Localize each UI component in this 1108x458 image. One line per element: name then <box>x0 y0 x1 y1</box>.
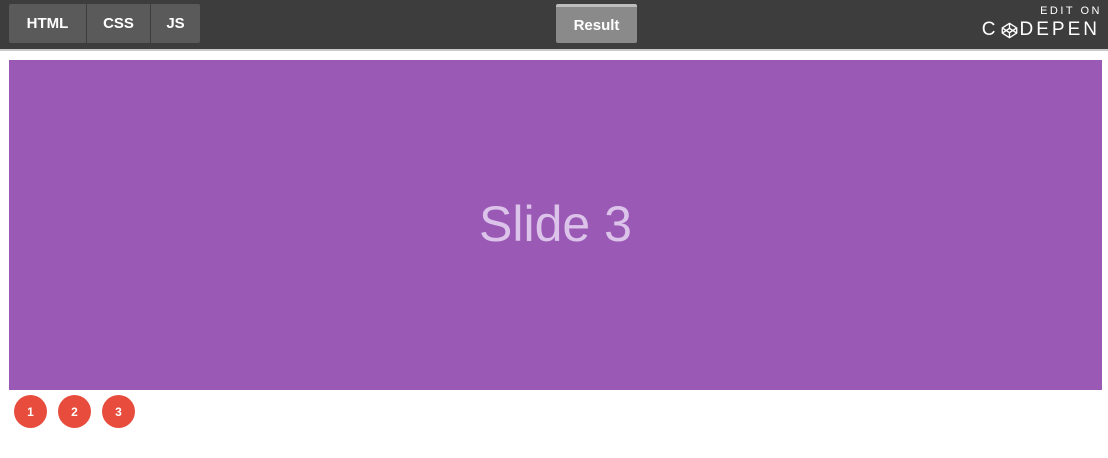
codepen-logo: C DEPEN <box>980 19 1100 41</box>
tab-css[interactable]: CSS <box>87 4 151 43</box>
pagination-button-2[interactable]: 2 <box>58 395 91 428</box>
slider-pagination: 1 2 3 <box>14 395 146 428</box>
edit-on-codepen-link[interactable]: EDIT ON C DEPEN <box>980 5 1100 41</box>
editor-tabs: HTML CSS JS <box>9 4 200 43</box>
codepen-logo-prefix: C <box>981 19 999 40</box>
tab-result[interactable]: Result <box>556 4 637 43</box>
tab-html[interactable]: HTML <box>9 4 87 43</box>
pagination-button-1[interactable]: 1 <box>14 395 47 428</box>
codepen-embed-toolbar: HTML CSS JS Result EDIT ON C DEPEN <box>0 0 1108 51</box>
pagination-button-3[interactable]: 3 <box>102 395 135 428</box>
slide-title: Slide 3 <box>479 195 632 252</box>
codepen-logo-suffix: DEPEN <box>1019 19 1100 40</box>
active-slide: Slide 3 <box>9 60 1102 390</box>
edit-on-label: EDIT ON <box>1040 5 1102 17</box>
tab-js[interactable]: JS <box>151 4 200 43</box>
codepen-cube-icon <box>1001 22 1017 38</box>
